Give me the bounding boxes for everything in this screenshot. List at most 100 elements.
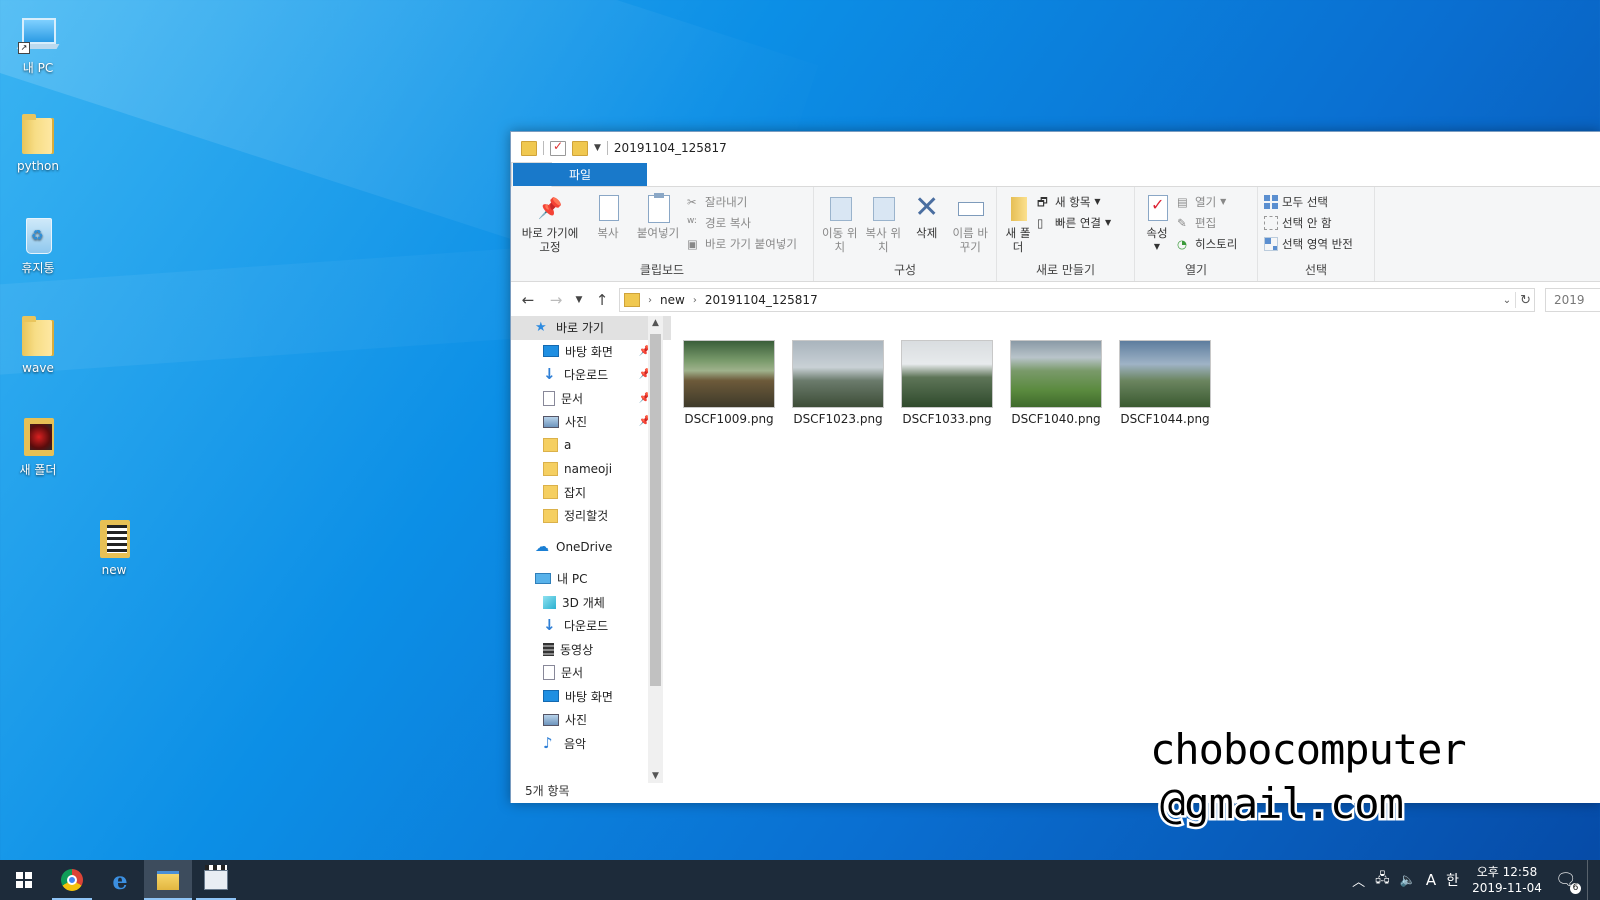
tab-file[interactable]: 파일 [513, 163, 647, 186]
address-history-chevron-icon[interactable]: ⌄ [1503, 295, 1511, 306]
start-button[interactable] [0, 860, 48, 900]
download-icon: ↓ [543, 365, 556, 384]
taskbar-video-editor[interactable] [192, 860, 240, 900]
divider [606, 141, 608, 155]
desktop-icon-recycle-bin[interactable]: 휴지통 [0, 212, 76, 276]
delete-x-icon: ✕ [914, 190, 940, 225]
paste-shortcut-button[interactable]: ▣ 바로 가기 붙여넣기 [687, 235, 797, 252]
desktop-icon-label: new [101, 563, 127, 577]
select-none-button[interactable]: 선택 안 함 [1264, 214, 1353, 231]
image-thumbnail [1010, 340, 1102, 408]
nav-item-pc-downloads[interactable]: ↓ 다운로드 [511, 614, 651, 638]
nav-item-videos[interactable]: 동영상 [511, 638, 651, 662]
nav-item-magazine[interactable]: 잡지 [511, 481, 651, 505]
desktop-icon-this-pc[interactable]: ↗ 내 PC [0, 12, 76, 76]
address-bar[interactable]: › new › 20191104_125817 ⌄ ↻ [619, 288, 1535, 312]
file-item[interactable]: DSCF1023.png [788, 340, 888, 426]
open-button[interactable]: ▤ 열기 ▼ [1177, 193, 1237, 210]
nav-item-this-pc[interactable]: 내 PC [511, 567, 651, 591]
desktop-icon-label: wave [22, 361, 54, 375]
nav-item-pc-pictures[interactable]: 사진 [511, 708, 651, 732]
ime-mode-indicator[interactable]: A [1426, 871, 1436, 889]
notification-center-icon[interactable]: 🗨 6 [1555, 871, 1581, 894]
taskbar-file-explorer[interactable] [144, 860, 192, 900]
move-to-icon [825, 193, 855, 223]
nav-item-pc-desktop[interactable]: 바탕 화면 [511, 685, 651, 709]
easy-access-icon: ▯ [1037, 215, 1044, 230]
nav-item-a[interactable]: a [511, 434, 651, 458]
ribbon-group-new: 새 폴더 🗗 새 항목 ▼ ▯ 빠른 연결 ▼ 새로 만들기 [997, 187, 1135, 281]
edit-button[interactable]: ✎ 편집 [1177, 214, 1237, 231]
folder-icon [543, 485, 558, 500]
taskbar-edge[interactable]: e [96, 860, 144, 900]
cut-button[interactable]: ✂ 잘라내기 [687, 193, 797, 210]
chevron-up-icon[interactable]: ︿ [1352, 871, 1365, 890]
scroll-down-arrow-icon[interactable]: ▼ [648, 771, 663, 781]
nav-item-pc-documents[interactable]: 문서 [511, 661, 651, 685]
taskbar-chrome[interactable] [48, 860, 96, 900]
volume-icon[interactable]: 🔈 [1400, 873, 1416, 888]
nav-item-desktop[interactable]: 바탕 화면 📌 [511, 340, 651, 364]
nav-item-3d-objects[interactable]: 3D 개체 [511, 591, 651, 615]
pin-icon: 📌 [537, 196, 563, 220]
watermark-line-2: @gmail.com [1160, 779, 1403, 828]
nav-item-downloads[interactable]: ↓ 다운로드 📌 [511, 363, 651, 387]
nav-item-music[interactable]: ♪ 음악 [511, 732, 651, 756]
forward-arrow-icon[interactable]: → [545, 291, 567, 309]
ribbon-group-organize: 이동 위치 복사 위치 ✕ 삭제 이름 바꾸기 구성 [814, 187, 997, 281]
up-arrow-icon[interactable]: ↑ [591, 291, 613, 309]
select-all-button[interactable]: 모두 선택 [1264, 193, 1353, 210]
properties-quick-icon[interactable] [550, 139, 566, 156]
desktop-icon-new[interactable]: new [76, 516, 152, 577]
file-item[interactable]: DSCF1040.png [1006, 340, 1106, 426]
easy-access-button[interactable]: ▯ 빠른 연결 ▼ [1037, 214, 1111, 231]
button-label: 복사 위치 [865, 226, 901, 254]
clapperboard-icon [204, 865, 228, 890]
recent-locations-chevron-icon[interactable]: ▼ [573, 295, 585, 305]
nav-item-onedrive[interactable]: ☁ OneDrive [511, 536, 651, 560]
chevron-down-icon: ▼ [1153, 242, 1161, 251]
edge-icon: e [112, 865, 128, 895]
scroll-up-arrow-icon[interactable]: ▲ [648, 318, 663, 328]
file-explorer-window: ▼ 20191104_125817 파일 홈 공유 보기 📌 바로 가기에 고정… [510, 131, 1600, 803]
breadcrumb-new[interactable]: new [660, 293, 685, 307]
new-folder-quick-icon[interactable] [572, 140, 588, 156]
chevron-right-icon: › [648, 294, 652, 306]
chevron-down-icon[interactable]: ▼ [594, 143, 601, 153]
watermark-line-1: chobocomputer [1150, 725, 1466, 774]
nav-item-nameoji[interactable]: nameoji [511, 457, 651, 481]
document-icon [543, 665, 555, 681]
nav-pane-scrollbar[interactable]: ▲ ▼ [648, 316, 663, 783]
clock[interactable]: 오후 12:58 2019-11-04 [1469, 864, 1545, 896]
properties-icon [1142, 193, 1172, 223]
nav-item-label: 문서 [561, 666, 584, 681]
back-arrow-icon[interactable]: ← [517, 291, 539, 309]
desktop-icon-wave[interactable]: wave [0, 314, 76, 375]
status-item-count: 5개 항목 [525, 784, 570, 798]
history-button[interactable]: ◔ 히스토리 [1177, 235, 1237, 252]
nav-item-quick-access[interactable]: ★ 바로 가기 [511, 316, 671, 340]
paste-icon [643, 193, 673, 223]
desktop-icon-python[interactable]: python [0, 112, 76, 173]
refresh-icon[interactable]: ↻ [1520, 293, 1531, 308]
invert-selection-button[interactable]: 선택 영역 반전 [1264, 235, 1353, 252]
nav-item-documents[interactable]: 문서 📌 [511, 387, 651, 411]
new-folder-icon [1003, 193, 1033, 223]
image-thumbnail [1119, 340, 1211, 408]
nav-item-pictures[interactable]: 사진 📌 [511, 410, 651, 434]
desktop-icon [543, 690, 559, 703]
file-item[interactable]: DSCF1044.png [1115, 340, 1215, 426]
search-input[interactable]: 2019 [1545, 288, 1600, 312]
language-indicator[interactable]: 한 [1446, 870, 1459, 890]
desktop-icon-new-folder[interactable]: 새 폴더 [0, 414, 76, 478]
file-item[interactable]: DSCF1009.png [679, 340, 779, 426]
nav-item-to-organize[interactable]: 정리할것 [511, 504, 651, 528]
new-item-button[interactable]: 🗗 새 항목 ▼ [1037, 193, 1111, 210]
breadcrumb-current[interactable]: 20191104_125817 [705, 293, 818, 307]
copy-path-button[interactable]: w: 경로 복사 [687, 214, 797, 231]
scissors-icon: ✂ [687, 194, 697, 209]
show-desktop-button[interactable] [1587, 860, 1592, 900]
file-item[interactable]: DSCF1033.png [897, 340, 997, 426]
network-icon[interactable]: 🖧 [1375, 869, 1390, 891]
scrollbar-thumb[interactable] [650, 334, 661, 686]
